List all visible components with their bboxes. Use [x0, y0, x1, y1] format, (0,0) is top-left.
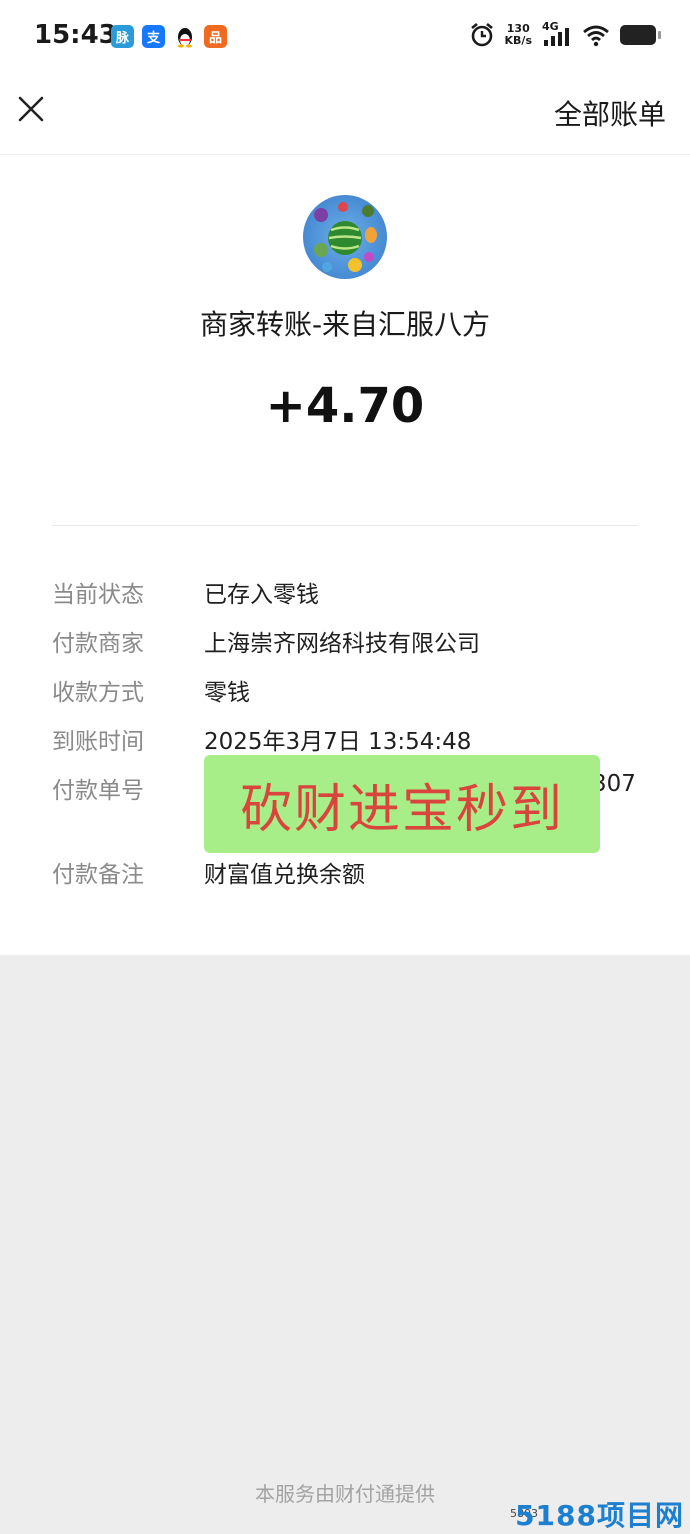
detail-label: 当前状态 [52, 582, 144, 608]
divider [52, 525, 638, 526]
detail-row-remark: 付款备注 财富值兑换余额 [52, 855, 652, 895]
detail-label: 付款单号 [52, 778, 144, 804]
detail-label: 到账时间 [52, 729, 144, 755]
overlay-stamp: 砍财进宝秒到 [204, 755, 600, 853]
qq-app-icon [173, 25, 196, 48]
net-speed-unit: KB/s [504, 34, 532, 47]
detail-value: 已存入零钱 [204, 582, 319, 608]
alarm-icon [470, 22, 493, 47]
status-bar: 15:43 脉 支 品 130 KB/s 4G [0, 0, 690, 74]
nav-bar: 全部账单 [0, 74, 690, 155]
merchant-title: 商家转账-来自汇服八方 [199, 308, 491, 341]
alipay-app-icon: 支 [142, 25, 165, 48]
detail-value: 上海崇齐网络科技有限公司 [204, 631, 480, 657]
detail-value: 零钱 [204, 680, 250, 706]
status-time: 15:43 [34, 20, 117, 50]
close-button[interactable] [14, 92, 48, 126]
detail-label: 付款商家 [52, 631, 144, 657]
close-icon [18, 96, 44, 122]
watermark: 5188项目网 [515, 1499, 684, 1532]
battery-icon [620, 25, 661, 45]
detail-value: 2025年3月7日 13:54:48 [204, 729, 472, 755]
signal-icon [544, 28, 569, 46]
detail-row-status: 当前状态 已存入零钱 [52, 575, 652, 615]
orange-app-icon: 品 [204, 25, 227, 48]
wifi-icon [583, 25, 609, 47]
system-tray: 130 KB/s 4G [469, 20, 661, 48]
signal-indicator: 4G [542, 20, 572, 48]
notification-icons: 脉 支 品 [111, 25, 227, 48]
detail-row-method: 收款方式 零钱 [52, 673, 652, 713]
pulse-app-icon: 脉 [111, 25, 134, 48]
merchant-avatar [303, 195, 387, 279]
net-speed: 130 KB/s [505, 23, 532, 47]
detail-value: 财富值兑换余额 [204, 862, 365, 888]
transaction-amount: +4.70 [265, 378, 425, 434]
detail-row-merchant: 付款商家 上海崇齐网络科技有限公司 [52, 624, 652, 664]
detail-label: 付款备注 [52, 862, 144, 888]
detail-label: 收款方式 [52, 680, 144, 706]
all-bills-link[interactable]: 全部账单 [554, 93, 666, 133]
